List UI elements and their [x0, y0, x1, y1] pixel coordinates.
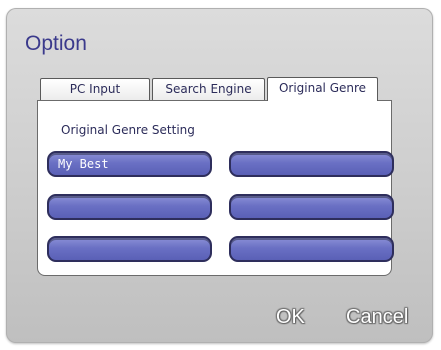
cancel-button[interactable]: Cancel [346, 306, 408, 329]
original-genre-panel: Original Genre Setting My Best [37, 100, 394, 276]
genre-slot-6[interactable] [229, 236, 394, 262]
genre-slot-1[interactable]: My Best [47, 151, 212, 177]
genre-slot-5[interactable] [47, 236, 212, 262]
genre-slot-2[interactable] [229, 151, 394, 177]
dialog-title: Option [25, 32, 87, 55]
tab-original-genre[interactable]: Original Genre [267, 77, 378, 101]
genre-slot-4[interactable] [229, 194, 394, 220]
tab-search-engine[interactable]: Search Engine [152, 78, 265, 100]
ok-button[interactable]: OK [276, 306, 305, 329]
tab-pc-input[interactable]: PC Input [40, 78, 150, 100]
original-genre-setting-label: Original Genre Setting [61, 123, 195, 137]
genre-slot-3[interactable] [47, 194, 212, 220]
